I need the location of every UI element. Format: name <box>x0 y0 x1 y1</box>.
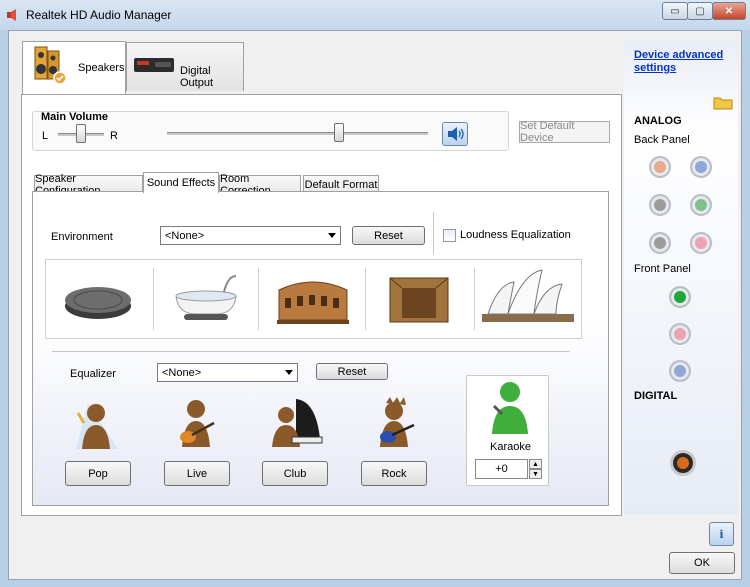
speaker-icon <box>448 127 464 141</box>
window-title: Realtek HD Audio Manager <box>26 8 172 22</box>
digital-output-jack[interactable] <box>670 450 696 476</box>
balance-slider-thumb[interactable] <box>76 124 86 143</box>
karaoke-label: Karaoke <box>490 441 531 453</box>
eq-preset-live-button[interactable]: Live <box>164 461 230 486</box>
pop-singer-icon <box>76 403 118 449</box>
info-icon: i <box>719 527 724 541</box>
digital-heading: DIGITAL <box>634 390 678 402</box>
balance-right-label: R <box>110 130 118 142</box>
environment-reset-button[interactable]: Reset <box>352 226 425 245</box>
tab-digital-output[interactable]: Digital Output <box>126 42 244 91</box>
club-piano-icon <box>272 399 323 447</box>
karaoke-value-field[interactable]: +0 <box>475 459 528 479</box>
karaoke-down-button[interactable]: ▼ <box>529 469 542 479</box>
loudness-equalization-label: Loudness Equalization <box>460 229 571 241</box>
balance-left-label: L <box>42 130 49 142</box>
speakers-icon <box>34 46 67 85</box>
mute-button[interactable] <box>442 122 468 146</box>
section-divider <box>52 351 570 352</box>
back-jack-6[interactable] <box>690 232 712 254</box>
chevron-down-icon <box>328 233 336 238</box>
front-jack-2[interactable] <box>669 323 691 345</box>
back-jack-1[interactable] <box>649 156 671 178</box>
rock-guitar-icon <box>380 397 415 447</box>
live-guitar-icon <box>180 400 215 447</box>
speaker-app-icon <box>7 9 16 21</box>
close-button[interactable]: ✕ <box>712 2 746 20</box>
env-separator <box>474 268 475 330</box>
maximize-button[interactable]: ▢ <box>687 2 713 20</box>
volume-track <box>167 132 428 135</box>
loudness-equalization-checkbox[interactable] <box>443 229 456 242</box>
bathtub-icon[interactable] <box>170 268 242 328</box>
back-jack-5[interactable] <box>649 232 671 254</box>
equalizer-select-value: <None> <box>162 366 202 379</box>
front-panel-label: Front Panel <box>634 263 691 275</box>
environment-select-value: <None> <box>165 229 205 242</box>
tab-digital-output-label: Digital Output <box>180 65 214 89</box>
environment-select[interactable]: <None> <box>160 226 341 245</box>
karaoke-up-button[interactable]: ▲ <box>529 459 542 469</box>
folder-icon[interactable] <box>713 94 733 110</box>
colosseum-icon[interactable] <box>275 274 351 326</box>
back-jack-2[interactable] <box>690 156 712 178</box>
eq-preset-pop-button[interactable]: Pop <box>65 461 131 486</box>
back-jack-4[interactable] <box>690 194 712 216</box>
tab-sound-effects[interactable]: Sound Effects <box>143 172 219 193</box>
env-separator <box>153 268 154 330</box>
tab-speakers[interactable]: Speakers <box>22 41 126 94</box>
connector-panel <box>624 39 738 515</box>
back-jack-3[interactable] <box>649 194 671 216</box>
main-volume-title: Main Volume <box>41 111 109 123</box>
volume-slider-thumb[interactable] <box>334 123 344 142</box>
stone-room-icon[interactable] <box>384 270 454 328</box>
tab-speakers-label: Speakers <box>78 62 125 74</box>
info-button[interactable]: i <box>709 522 734 546</box>
eq-preset-rock-button[interactable]: Rock <box>361 461 427 486</box>
device-advanced-settings-link[interactable]: Device advanced settings <box>634 49 734 75</box>
back-panel-label: Back Panel <box>634 134 690 146</box>
sewer-lid-icon[interactable] <box>62 278 134 324</box>
equalizer-select[interactable]: <None> <box>157 363 298 382</box>
minimize-button[interactable]: ▭ <box>662 2 688 20</box>
equalizer-label: Equalizer <box>70 368 116 380</box>
front-jack-1[interactable] <box>669 286 691 308</box>
eq-preset-club-button[interactable]: Club <box>262 461 328 486</box>
ok-button[interactable]: OK <box>669 552 735 574</box>
vertical-divider <box>433 212 434 254</box>
chevron-down-icon <box>285 370 293 375</box>
environment-label: Environment <box>51 231 113 243</box>
digital-device-icon <box>134 58 174 72</box>
analog-heading: ANALOG <box>634 115 682 127</box>
karaoke-singer-icon <box>492 382 528 434</box>
equalizer-reset-button[interactable]: Reset <box>316 363 388 380</box>
front-jack-3[interactable] <box>669 360 691 382</box>
env-separator <box>258 268 259 330</box>
env-separator <box>365 268 366 330</box>
opera-house-icon[interactable] <box>478 266 578 330</box>
set-default-device-button[interactable]: Set Default Device <box>519 120 610 144</box>
